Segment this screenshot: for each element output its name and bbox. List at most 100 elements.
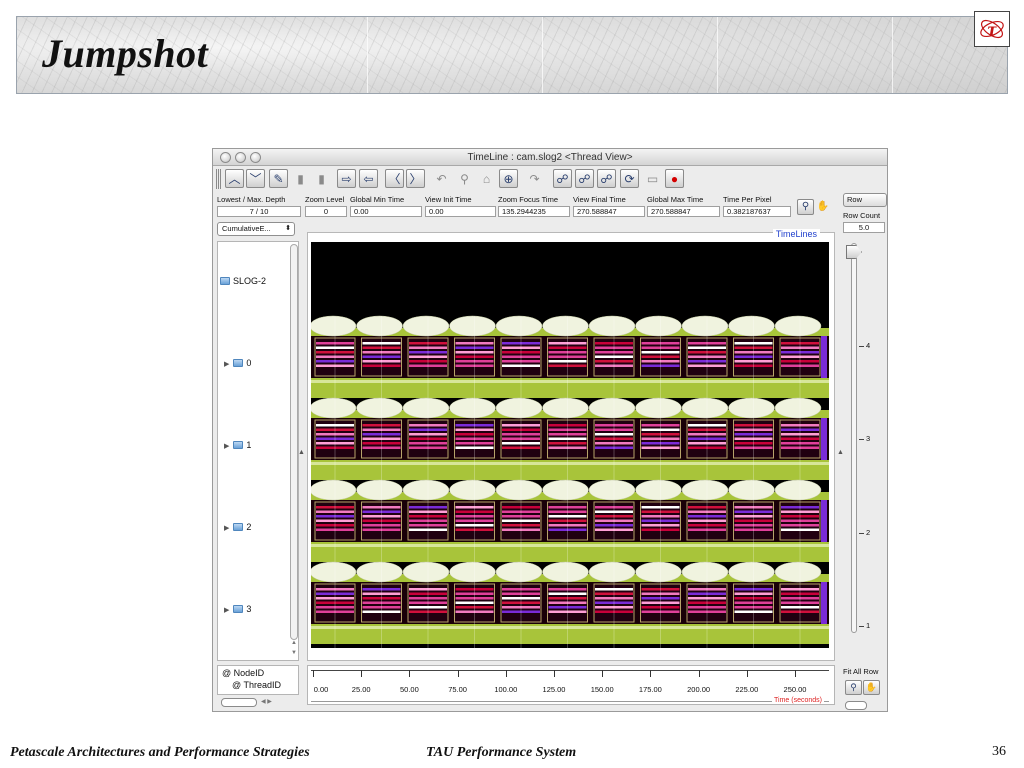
disclosure-triangle-icon[interactable]: ▶ xyxy=(224,360,229,368)
edit-icon[interactable]: ✎ xyxy=(269,169,288,188)
tree-node[interactable]: ▶ 2 xyxy=(224,522,251,532)
event-ellipse xyxy=(635,479,682,501)
info-header: Zoom Level xyxy=(305,195,345,204)
scroll-down-icon[interactable]: ﹀ xyxy=(246,169,265,188)
slider-tick xyxy=(859,533,864,534)
tree-node[interactable]: ▶ 3 xyxy=(224,604,251,614)
timelines-label: TimeLines xyxy=(772,229,820,239)
state-edge-marker xyxy=(821,418,827,460)
view-init-time-field[interactable]: 0.00 xyxy=(425,206,496,217)
global-max-time-field[interactable]: 270.588847 xyxy=(647,206,720,217)
event-ellipse xyxy=(495,561,543,583)
forward-icon[interactable]: 〉 xyxy=(406,169,425,188)
event-ellipse xyxy=(588,315,636,337)
tree-node-label: 1 xyxy=(246,440,252,450)
trash-icon[interactable]: ▮ xyxy=(312,169,331,188)
timeline-window: TimeLine : cam.slog2 <Thread View> ︿ ﹀ ✎… xyxy=(212,148,888,712)
tree-vertical-scrollbar[interactable] xyxy=(290,244,298,640)
event-ellipse xyxy=(728,479,775,501)
time-axis: 0.00 25.00 50.00 75.00 100.00 125.00 150.00 175… xyxy=(307,665,835,705)
magnifier-icon[interactable]: ⚲ xyxy=(797,199,814,215)
event-ellipse xyxy=(774,479,822,501)
depth-field[interactable]: 7 / 10 xyxy=(217,206,301,217)
event-ellipse xyxy=(542,315,589,337)
toolbar-grip-icon[interactable] xyxy=(216,169,222,189)
home-icon[interactable]: ⌂ xyxy=(477,169,496,188)
event-ellipse xyxy=(635,397,682,419)
search-backward-icon[interactable]: ☍ xyxy=(553,169,572,188)
info-header: View Init Time xyxy=(425,195,472,204)
disclosure-triangle-icon[interactable]: ▶ xyxy=(224,442,229,450)
event-ellipse xyxy=(449,561,496,583)
event-ellipse xyxy=(311,479,357,501)
event-ellipse xyxy=(402,561,450,583)
event-ellipse xyxy=(356,315,403,337)
global-min-time-field[interactable]: 0.00 xyxy=(350,206,422,217)
slide-title: Jumpshot xyxy=(42,31,209,76)
row-count-field[interactable]: 5.0 xyxy=(843,222,885,233)
jump-left-icon[interactable]: ⇦ xyxy=(359,169,378,188)
hand-icon[interactable]: ✋ xyxy=(863,680,880,695)
info-header: Global Max Time xyxy=(647,195,704,204)
redo-icon[interactable]: ↷ xyxy=(525,169,544,188)
scroll-up-icon[interactable]: ︿ xyxy=(225,169,244,188)
axis-line xyxy=(311,670,829,671)
left-collapse-arrow-icon[interactable]: ▲ xyxy=(298,449,305,456)
axis-tick-label: 250.00 xyxy=(783,685,807,694)
undo-icon[interactable]: ↶ xyxy=(432,169,451,188)
zoom-level-field[interactable]: 0 xyxy=(305,206,347,217)
stop-icon[interactable]: ● xyxy=(665,169,684,188)
zoom-out-icon[interactable]: ⚲ xyxy=(455,169,474,188)
row-horizontal-scrollbar[interactable] xyxy=(845,701,867,710)
row-button-label: Row xyxy=(847,195,863,204)
view-final-time-field[interactable]: 270.588847 xyxy=(573,206,645,217)
print-icon[interactable]: ▭ xyxy=(643,169,662,188)
scroll-down-arrow-icon[interactable]: ▼ xyxy=(291,650,297,656)
tau-logo-icon: τ xyxy=(980,19,1004,41)
fit-all-row-label[interactable]: Fit All Row xyxy=(843,667,878,676)
axis-tick xyxy=(457,670,459,677)
tree-root-label: SLOG-2 xyxy=(233,276,267,286)
tree-node[interactable]: ▶ 1 xyxy=(224,440,251,450)
zoom-focus-time-field[interactable]: 135.2944235 xyxy=(498,206,570,217)
event-ellipse xyxy=(588,479,636,501)
refresh-icon[interactable]: ⟳ xyxy=(620,169,639,188)
time-per-pixel-field[interactable]: 0.382187637 xyxy=(723,206,791,217)
tree-root[interactable]: SLOG-2 xyxy=(220,276,266,286)
row-button[interactable]: Row xyxy=(843,193,887,207)
tree-node-label: 0 xyxy=(246,358,252,368)
axis-tick-label: 150.00 xyxy=(590,685,614,694)
backward-icon[interactable]: 〈 xyxy=(385,169,404,188)
cumulative-dropdown[interactable]: CumulativeE... ⬍ xyxy=(217,222,295,236)
search-forward-icon[interactable]: ☍ xyxy=(597,169,616,188)
jump-right-icon[interactable]: ⇨ xyxy=(337,169,356,188)
row-slider-thumb[interactable] xyxy=(846,245,862,259)
disclosure-triangle-icon[interactable]: ▶ xyxy=(224,524,229,532)
disclosure-triangle-icon[interactable]: ▶ xyxy=(224,606,229,614)
event-ellipse xyxy=(681,315,729,337)
axis-tick xyxy=(698,670,700,677)
right-collapse-arrow-icon[interactable]: ▲ xyxy=(837,449,844,456)
scroll-up-arrow-icon[interactable]: ▲ xyxy=(291,640,297,646)
dropdown-value: CumulativeE... xyxy=(222,224,271,233)
state-edge-marker xyxy=(821,500,827,542)
row-slider-track[interactable] xyxy=(851,243,857,633)
tree-node[interactable]: ▶ 0 xyxy=(224,358,251,368)
scroll-left-arrow-icon[interactable]: ◀ ▶ xyxy=(261,698,272,705)
hand-icon[interactable]: ✋ xyxy=(815,199,831,215)
event-ellipse xyxy=(542,561,589,583)
event-ellipse xyxy=(542,397,589,419)
info-header: Time Per Pixel xyxy=(723,195,772,204)
event-ellipse xyxy=(681,561,729,583)
magnifier-icon[interactable]: ⚲ xyxy=(845,680,862,695)
timeline-canvas[interactable] xyxy=(311,242,829,648)
event-ellipse xyxy=(542,479,589,501)
event-ellipse xyxy=(449,479,496,501)
delete-icon[interactable]: ▮ xyxy=(291,169,310,188)
tree-node-label: 3 xyxy=(246,604,252,614)
search-icon[interactable]: ☍ xyxy=(575,169,594,188)
thread-row-highlight xyxy=(311,462,829,465)
zoom-in-icon[interactable]: ⊕ xyxy=(499,169,518,188)
legend-horizontal-scrollbar[interactable] xyxy=(221,698,257,707)
tree-legend: @ NodeID @ ThreadID xyxy=(217,665,299,695)
